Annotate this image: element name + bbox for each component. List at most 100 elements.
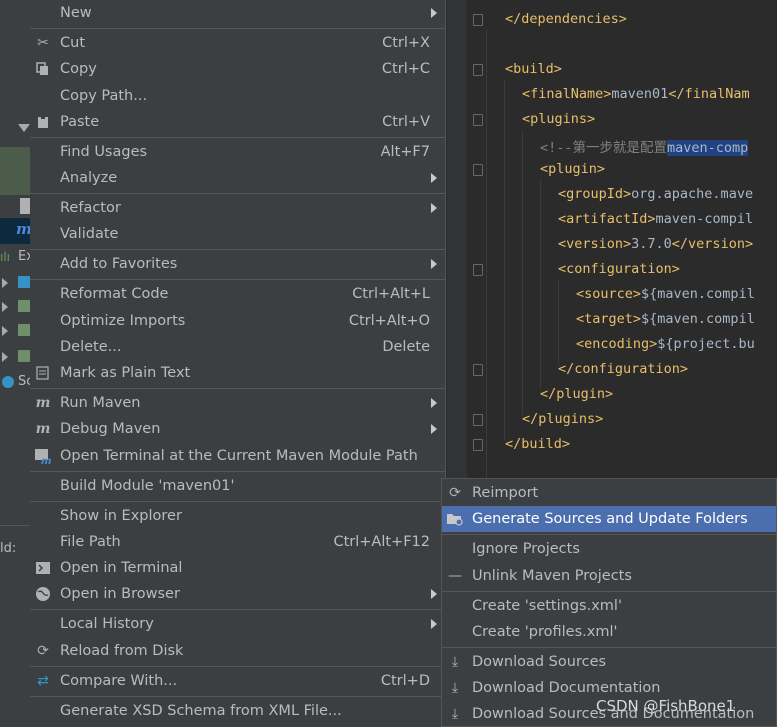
menu-item-label: Add to Favorites xyxy=(60,256,178,272)
panel-divider xyxy=(0,525,30,526)
expand-arrow-icon[interactable] xyxy=(2,302,8,312)
folder-icon xyxy=(18,276,30,288)
download-icon: ⤓ xyxy=(451,680,459,696)
menu-item-find-usages[interactable]: Find Usages Alt+F7 xyxy=(30,139,445,165)
submenu-item-unlink-maven[interactable]: — Unlink Maven Projects xyxy=(442,563,776,589)
menu-item-run-maven[interactable]: m Run Maven xyxy=(30,390,445,416)
minus-icon: — xyxy=(448,568,462,584)
menu-item-cut[interactable]: ✂ Cut Ctrl+X xyxy=(30,30,445,56)
menu-item-mark-as-plain-text[interactable]: Mark as Plain Text xyxy=(30,360,445,386)
expand-arrow-icon[interactable] xyxy=(2,352,8,362)
menu-divider xyxy=(30,666,445,667)
indent-guide xyxy=(504,80,505,440)
menu-item-label: Cut xyxy=(60,35,85,51)
menu-item-label: Open Terminal at the Current Maven Modul… xyxy=(60,448,418,464)
menu-item-file-path[interactable]: File Path Ctrl+Alt+F12 xyxy=(30,529,445,555)
menu-item-local-history[interactable]: Local History xyxy=(30,611,445,637)
fold-marker-icon[interactable] xyxy=(473,414,483,426)
submenu-item-label: Ignore Projects xyxy=(472,541,580,557)
code-line: <configuration> xyxy=(558,261,680,277)
menu-item-open-in-terminal[interactable]: Open in Terminal xyxy=(30,555,445,581)
download-icon: ⤓ xyxy=(451,654,459,670)
menu-item-label: Open in Browser xyxy=(60,586,180,602)
menu-item-label: Paste xyxy=(60,114,100,130)
menu-item-build-module[interactable]: Build Module 'maven01' xyxy=(30,473,445,499)
menu-item-reformat-code[interactable]: Reformat Code Ctrl+Alt+L xyxy=(30,281,445,307)
menu-item-reload-from-disk[interactable]: ⟳ Reload from Disk xyxy=(30,638,445,664)
expand-arrow-icon[interactable] xyxy=(2,326,8,336)
submenu-arrow-icon xyxy=(431,424,437,434)
submenu-arrow-icon xyxy=(431,203,437,213)
reimport-icon: ⟳ xyxy=(449,485,461,501)
fold-marker-icon[interactable] xyxy=(473,114,483,126)
menu-item-label: Find Usages xyxy=(60,144,148,160)
menu-divider xyxy=(30,609,445,610)
menu-divider xyxy=(30,696,445,697)
code-line: <!--第一步就是配置maven-comp xyxy=(540,140,749,156)
menu-item-paste[interactable]: Paste Ctrl+V xyxy=(30,109,445,135)
fold-marker-icon[interactable] xyxy=(473,14,483,26)
menu-item-open-in-browser[interactable]: Open in Browser xyxy=(30,581,445,607)
menu-item-analyze[interactable]: Analyze xyxy=(30,165,445,191)
compare-icon: ⇄ xyxy=(37,673,49,689)
submenu-item-reimport[interactable]: ⟳ Reimport xyxy=(442,480,776,506)
code-line: </configuration> xyxy=(558,361,689,377)
clock-icon xyxy=(2,376,14,388)
fold-marker-icon[interactable] xyxy=(473,164,483,176)
menu-item-new[interactable]: New xyxy=(30,0,445,26)
menu-item-copy-path[interactable]: Copy Path... xyxy=(30,83,445,109)
build-label: ld: xyxy=(0,541,17,556)
menu-item-optimize-imports[interactable]: Optimize Imports Ctrl+Alt+O xyxy=(30,308,445,334)
menu-item-label: Run Maven xyxy=(60,395,141,411)
submenu-item-create-settings[interactable]: Create 'settings.xml' xyxy=(442,593,776,619)
menu-item-generate-xsd[interactable]: Generate XSD Schema from XML File... xyxy=(30,698,445,724)
menu-item-copy[interactable]: Copy Ctrl+C xyxy=(30,56,445,82)
build-panel xyxy=(0,560,30,727)
fold-marker-icon[interactable] xyxy=(473,439,483,451)
fold-marker-icon[interactable] xyxy=(473,264,483,276)
menu-divider xyxy=(30,471,445,472)
indent-guide xyxy=(522,130,523,415)
menu-item-add-to-favorites[interactable]: Add to Favorites xyxy=(30,251,445,277)
menu-item-compare-with[interactable]: ⇄ Compare With... Ctrl+D xyxy=(30,668,445,694)
fold-marker-icon[interactable] xyxy=(473,364,483,376)
expand-arrow-icon[interactable] xyxy=(2,278,8,288)
submenu-item-ignore-projects[interactable]: Ignore Projects xyxy=(442,536,776,562)
folder-icon xyxy=(18,324,30,336)
menu-item-open-terminal-maven[interactable]: m Open Terminal at the Current Maven Mod… xyxy=(30,443,445,469)
menu-item-label: Copy xyxy=(60,61,97,77)
code-line: </plugins> xyxy=(522,411,604,427)
submenu-item-label: Download Sources xyxy=(472,654,607,670)
menu-item-show-in-explorer[interactable]: Show in Explorer xyxy=(30,503,445,529)
menu-item-label: New xyxy=(60,5,92,21)
submenu-arrow-icon xyxy=(431,259,437,269)
submenu-item-label: Reimport xyxy=(472,485,539,501)
menu-item-validate[interactable]: Validate xyxy=(30,221,445,247)
menu-item-refactor[interactable]: Refactor xyxy=(30,195,445,221)
menu-item-delete[interactable]: Delete... Delete xyxy=(30,334,445,360)
selected-maven-row[interactable]: m xyxy=(0,218,32,244)
code-line: <finalName>maven01</finalNam xyxy=(522,86,750,102)
submenu-item-create-profiles[interactable]: Create 'profiles.xml' xyxy=(442,619,776,645)
context-menu: New ✂ Cut Ctrl+X Copy Ctrl+C Copy Path..… xyxy=(30,0,446,727)
submenu-item-label: Unlink Maven Projects xyxy=(472,568,632,584)
menu-item-label: Optimize Imports xyxy=(60,313,186,329)
menu-divider xyxy=(30,279,445,280)
code-line: <plugin> xyxy=(540,161,606,177)
menu-item-label: Refactor xyxy=(60,200,121,216)
code-line: </plugin> xyxy=(540,386,614,402)
menu-divider xyxy=(30,137,445,138)
menu-item-shortcut: Ctrl+Alt+L xyxy=(352,286,430,302)
submenu-item-generate-sources[interactable]: Generate Sources and Update Folders xyxy=(442,506,776,532)
fold-marker-icon[interactable] xyxy=(473,64,483,76)
terminal-icon xyxy=(34,559,52,577)
watermark: CSDN @FishBone1 xyxy=(596,697,736,715)
menu-item-debug-maven[interactable]: m Debug Maven xyxy=(30,416,445,442)
folder-icon xyxy=(18,350,30,362)
collapse-arrow-icon[interactable] xyxy=(18,124,30,132)
submenu-item-download-sources[interactable]: ⤓ Download Sources xyxy=(442,649,776,675)
menu-item-label: Generate XSD Schema from XML File... xyxy=(60,703,342,719)
maven-submenu: ⟳ Reimport Generate Sources and Update F… xyxy=(441,478,777,727)
project-panel: m ılı Ex Sc ld: xyxy=(0,0,34,727)
menu-item-label: Reformat Code xyxy=(60,286,169,302)
